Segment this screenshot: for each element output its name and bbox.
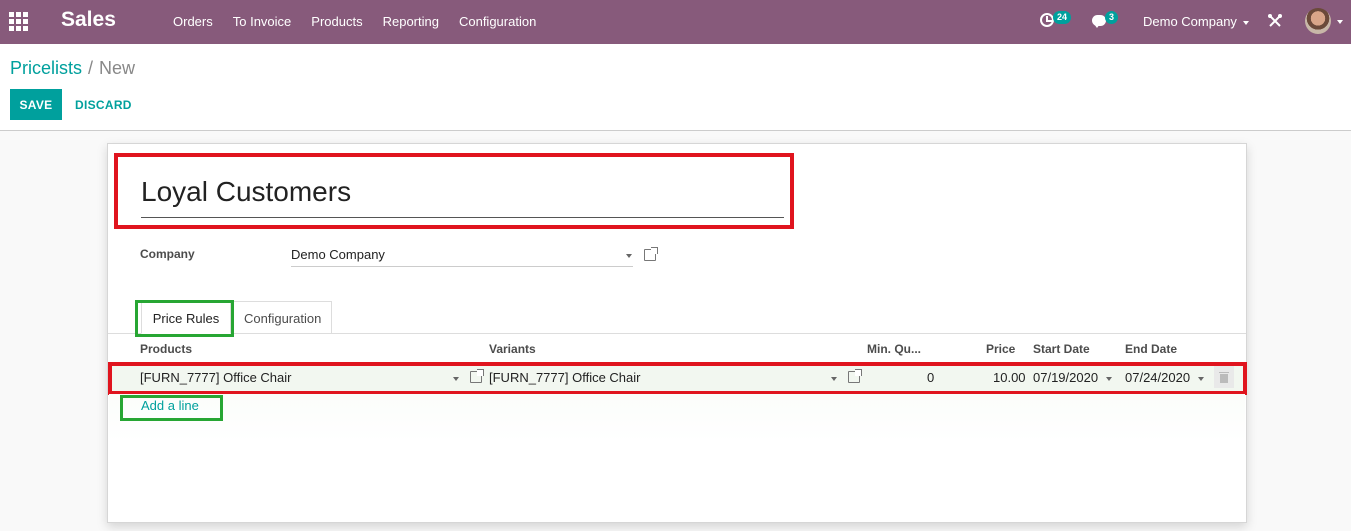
main-menu: Orders To Invoice Products Reporting Con… <box>163 0 546 44</box>
column-header-min-qty[interactable]: Min. Qu... <box>867 342 921 356</box>
menu-item-products[interactable]: Products <box>301 0 372 44</box>
save-button[interactable]: SAVE <box>10 89 62 120</box>
chevron-down-icon <box>1242 20 1249 25</box>
app-title: Sales <box>61 8 116 31</box>
column-header-price[interactable]: Price <box>986 342 1015 356</box>
control-panel: Pricelists / New SAVE DISCARD <box>0 44 1351 131</box>
external-link-icon[interactable] <box>644 247 658 261</box>
menu-item-to-invoice[interactable]: To Invoice <box>223 0 302 44</box>
chevron-down-icon[interactable] <box>626 254 632 258</box>
messaging-chat-icon[interactable] <box>1092 15 1106 28</box>
company-switcher-label: Demo Company <box>1143 14 1237 29</box>
list-empty-area <box>109 394 1245 442</box>
company-field[interactable]: Demo Company <box>291 245 633 267</box>
breadcrumb-pricelists[interactable]: Pricelists <box>10 58 82 78</box>
column-header-products[interactable]: Products <box>140 342 192 356</box>
company-switcher[interactable]: Demo Company <box>1143 0 1249 44</box>
debug-tools-icon[interactable] <box>1267 13 1283 29</box>
menu-item-reporting[interactable]: Reporting <box>373 0 449 44</box>
apps-menu-icon[interactable] <box>9 12 29 32</box>
menu-item-orders[interactable]: Orders <box>163 0 223 44</box>
company-field-value: Demo Company <box>291 247 385 262</box>
highlight-name-box <box>114 153 794 229</box>
tab-configuration[interactable]: Configuration <box>233 301 333 334</box>
menu-item-configuration[interactable]: Configuration <box>449 0 546 44</box>
discard-button[interactable]: DISCARD <box>68 89 139 120</box>
form-sheet: Loyal Customers Company Demo Company Pri… <box>107 143 1247 523</box>
breadcrumb: Pricelists / New <box>10 58 135 79</box>
highlight-tab-box <box>135 300 234 337</box>
highlight-row-box <box>108 362 1247 395</box>
activity-count-badge: 24 <box>1053 11 1072 24</box>
column-header-start-date[interactable]: Start Date <box>1033 342 1090 356</box>
breadcrumb-separator: / <box>88 58 94 78</box>
activity-clock-icon[interactable] <box>1040 13 1054 27</box>
column-header-end-date[interactable]: End Date <box>1125 342 1177 356</box>
top-navbar: Sales Orders To Invoice Products Reporti… <box>0 0 1351 44</box>
highlight-add-line-box <box>120 395 223 421</box>
breadcrumb-current: New <box>99 58 136 78</box>
message-count-badge: 3 <box>1105 11 1119 24</box>
company-label: Company <box>140 247 195 261</box>
column-header-variants[interactable]: Variants <box>489 342 536 356</box>
user-avatar[interactable] <box>1305 8 1331 34</box>
chevron-down-icon <box>1337 20 1343 24</box>
